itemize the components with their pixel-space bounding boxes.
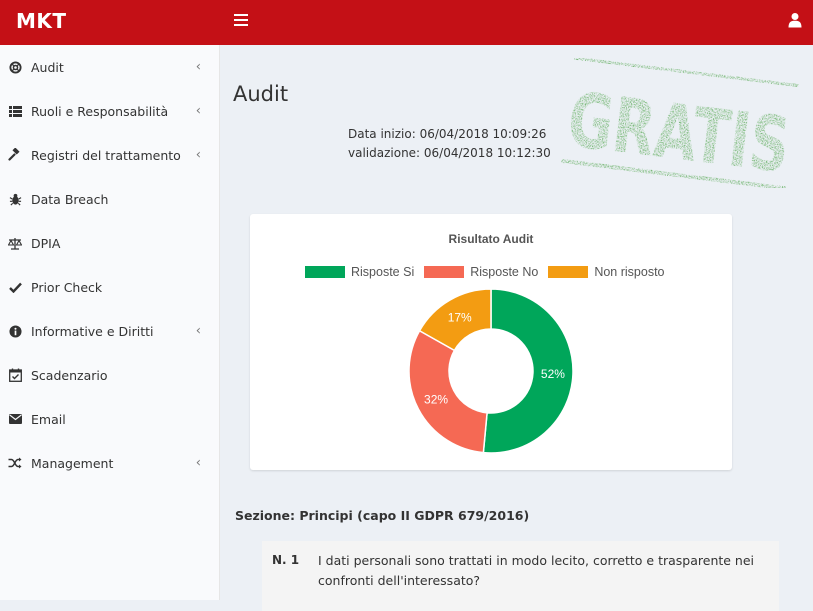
user-icon[interactable] [788, 12, 802, 28]
sidebar-item-label: Prior Check [31, 279, 103, 295]
chart-card: Risultato Audit Risposte Si Risposte No … [250, 214, 732, 470]
sidebar-item-label: Audit [31, 59, 64, 75]
sidebar-item-audit[interactable]: Audit ‹ [0, 45, 219, 89]
validation-date: validazione: 06/04/2018 10:12:30 [348, 146, 551, 160]
slice-label: 17% [448, 310, 472, 324]
sidebar-item-label: Data Breach [31, 191, 109, 207]
donut-chart: 52% 32% 17% [408, 288, 574, 454]
life-ring-icon [8, 60, 22, 74]
envelope-icon [8, 412, 22, 426]
top-navbar: MKT [0, 0, 813, 45]
balance-scale-icon [8, 236, 22, 250]
page-title: Audit [233, 82, 289, 106]
sidebar-item-label: Scadenzario [31, 367, 108, 383]
slice-label: 32% [424, 393, 448, 407]
list-icon [8, 104, 22, 118]
info-circle-icon [8, 324, 22, 338]
sidebar-item-registri[interactable]: Registri del trattamento ‹ [0, 133, 219, 177]
stamp-text: GRATIS [563, 75, 794, 188]
gratis-stamp: GRATIS [561, 58, 799, 188]
sidebar-item-label: Management [31, 455, 114, 471]
chevron-left-icon: ‹ [195, 455, 201, 471]
chevron-left-icon: ‹ [195, 59, 201, 75]
question-number: N. 1 [272, 553, 300, 567]
sidebar-item-label: Registri del trattamento [31, 147, 181, 163]
slice-no[interactable] [408, 329, 488, 454]
check-icon [8, 280, 22, 294]
sidebar-item-label: Ruoli e Responsabilità [31, 103, 169, 119]
slice-label: 52% [541, 367, 565, 381]
sidebar-item-label: Informative e Diritti [31, 323, 154, 339]
sidebar-item-data-breach[interactable]: Data Breach [0, 177, 219, 221]
question-text: I dati personali sono trattati in modo l… [318, 553, 755, 588]
sidebar-item-email[interactable]: Email [0, 397, 219, 441]
sidebar-item-scadenzario[interactable]: Scadenzario [0, 353, 219, 397]
audit-dates: Data inizio: 06/04/2018 10:09:26 validaz… [348, 125, 551, 163]
bug-icon [8, 192, 22, 206]
chevron-left-icon: ‹ [195, 103, 201, 119]
sidebar-item-label: Email [31, 411, 66, 427]
question-row: N. 1 I dati personali sono trattati in m… [262, 541, 779, 611]
sidebar-item-prior-check[interactable]: Prior Check [0, 265, 219, 309]
start-date: Data inizio: 06/04/2018 10:09:26 [348, 127, 547, 141]
section-title: Sezione: Principi (capo II GDPR 679/2016… [235, 508, 530, 523]
sidebar-item-management[interactable]: Management ‹ [0, 441, 219, 485]
sidebar-item-ruoli[interactable]: Ruoli e Responsabilità ‹ [0, 89, 219, 133]
sidebar-item-label: DPIA [31, 235, 61, 251]
sidebar-item-informative[interactable]: Informative e Diritti ‹ [0, 309, 219, 353]
gavel-icon [8, 148, 22, 162]
random-icon [8, 456, 22, 470]
hamburger-icon[interactable] [234, 14, 248, 26]
chevron-left-icon: ‹ [195, 147, 201, 163]
calendar-check-icon [8, 368, 22, 382]
app-logo[interactable]: MKT [16, 9, 67, 33]
chevron-left-icon: ‹ [195, 323, 201, 339]
main-content: Audit Data inizio: 06/04/2018 10:09:26 v… [220, 45, 813, 611]
sidebar-item-dpia[interactable]: DPIA [0, 221, 219, 265]
sidebar: Audit ‹ Ruoli e Responsabilità ‹ Registr… [0, 45, 220, 600]
